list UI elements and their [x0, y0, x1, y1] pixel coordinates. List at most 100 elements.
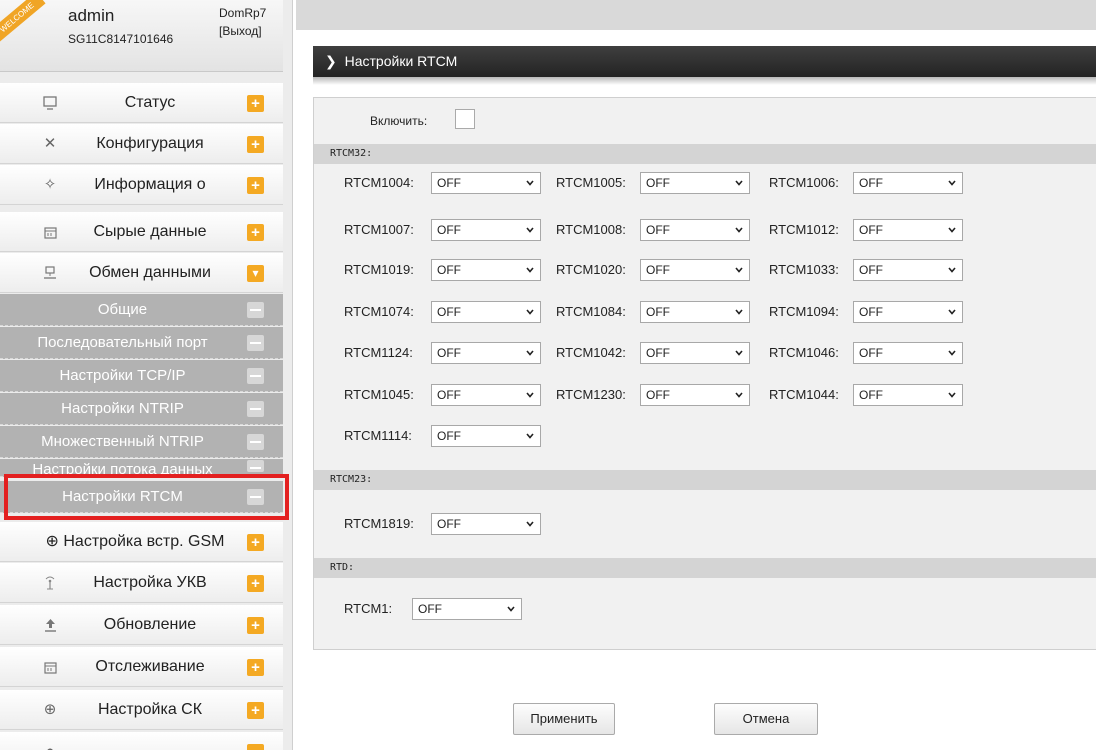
rtcm-select[interactable]: OFF [431, 513, 541, 535]
chevron-down-icon [948, 267, 956, 273]
submenu-item-label: Общие [97, 301, 148, 318]
collapse-minus-icon[interactable] [247, 302, 264, 318]
rtcm-field-label: RTCM1819: [344, 516, 414, 531]
menu-item-data-exchange[interactable]: Обмен данными ▾ [0, 253, 283, 293]
menu-item-partial[interactable]: ● [0, 732, 283, 750]
rtcm-field-label: RTCM1042: [556, 345, 626, 360]
rtcm-field-label: RTCM1005: [556, 175, 626, 190]
rtcm-select[interactable]: OFF [640, 384, 750, 406]
rtcm-select[interactable]: OFF [431, 342, 541, 364]
submenu-item-label: Настройки потока данных [32, 461, 213, 477]
rtcm-select[interactable]: OFF [640, 172, 750, 194]
collapse-minus-icon[interactable] [247, 434, 264, 450]
chevron-down-icon [735, 309, 743, 315]
expand-plus-icon[interactable]: + [247, 702, 264, 719]
menu-item-configuration[interactable]: ✕ Конфигурация + [0, 124, 283, 164]
submenu-item-ntrip[interactable]: Настройки NTRIP [0, 393, 283, 425]
submenu-item-label: Настройки RTCM [62, 488, 183, 505]
submenu-item-rtcm[interactable]: Настройки RTCM [0, 481, 283, 513]
expand-plus-icon[interactable]: + [247, 177, 264, 194]
submenu-item-multi-ntrip[interactable]: Множественный NTRIP [0, 426, 283, 458]
rtcm-select[interactable]: OFF [853, 219, 963, 241]
apply-button[interactable]: Применить [513, 703, 615, 735]
collapse-minus-icon[interactable] [247, 460, 264, 472]
collapse-minus-icon[interactable] [247, 401, 264, 417]
rtcm-select-value: OFF [646, 263, 670, 277]
menu-item-tracking[interactable]: Отслеживание + [0, 647, 283, 687]
rtcm-select-value: OFF [646, 305, 670, 319]
rtcm-select[interactable]: OFF [853, 172, 963, 194]
rtcm-select-value: OFF [859, 176, 883, 190]
chevron-down-icon [526, 392, 534, 398]
collapse-arrow-icon[interactable]: ▾ [247, 265, 264, 282]
rtcm-select-value: OFF [437, 517, 461, 531]
rtcm-select[interactable]: OFF [431, 425, 541, 447]
rtcm-select-value: OFF [859, 346, 883, 360]
rtcm-select[interactable]: OFF [431, 259, 541, 281]
menu-item-gsm[interactable]: ⊕ Настройка встр. GSM + [0, 522, 283, 562]
rtcm-select[interactable]: OFF [640, 342, 750, 364]
rtcm-select[interactable]: OFF [412, 598, 522, 620]
sidebar: WELCOME admin SG11C8147101646 DomRp7 [Вы… [0, 0, 293, 750]
submenu-item-label: Множественный NTRIP [41, 433, 204, 450]
chevron-down-icon [526, 267, 534, 273]
top-bar [296, 0, 1096, 30]
rtcm-select[interactable]: OFF [431, 219, 541, 241]
menu-item-raw-data[interactable]: Сырые данные + [0, 212, 283, 252]
rtcm-select-value: OFF [437, 305, 461, 319]
submenu-item-serial-port[interactable]: Последовательный порт [0, 327, 283, 359]
expand-plus-icon[interactable]: + [247, 534, 264, 551]
header-shadow [313, 77, 1096, 85]
chevron-down-icon [735, 180, 743, 186]
enable-checkbox[interactable] [455, 109, 475, 129]
collapse-minus-icon[interactable] [247, 368, 264, 384]
rtcm-select[interactable]: OFF [640, 301, 750, 323]
logout-link[interactable]: [Выход] [219, 24, 262, 38]
rtcm-select[interactable]: OFF [853, 301, 963, 323]
menu-item-info[interactable]: ✧ Информация о + [0, 165, 283, 205]
collapse-minus-icon[interactable] [247, 335, 264, 351]
rtcm-field-label: RTCM1033: [769, 262, 839, 277]
menu-item-uhf[interactable]: Настройка УКВ + [0, 563, 283, 603]
rtcm-select-value: OFF [859, 305, 883, 319]
menu-item-status[interactable]: Статус + [0, 83, 283, 123]
expand-plus-icon[interactable]: + [247, 617, 264, 634]
collapse-minus-icon[interactable] [247, 489, 264, 505]
expand-plus-icon[interactable]: + [247, 575, 264, 592]
menu-item-label: Информация о [94, 176, 206, 193]
submenu-item-tcpip[interactable]: Настройки TCP/IP [0, 360, 283, 392]
rtcm-select[interactable]: OFF [853, 384, 963, 406]
expand-plus-icon[interactable]: + [247, 136, 264, 153]
rtcm-select[interactable]: OFF [640, 219, 750, 241]
chevron-down-icon [526, 180, 534, 186]
globe-icon: ⊕ [43, 701, 57, 718]
welcome-ribbon: WELCOME [0, 0, 46, 44]
menu-item-label: Обновление [103, 616, 197, 633]
menu-item-coordinate-system[interactable]: ⊕ Настройка СК + [0, 690, 283, 730]
expand-plus-icon[interactable]: + [247, 659, 264, 676]
rtcm-field-label: RTCM1230: [556, 387, 626, 402]
chevron-down-icon [526, 350, 534, 356]
rtcm-field-label: RTCM1008: [556, 222, 626, 237]
expand-plus-icon[interactable] [247, 744, 264, 750]
submenu-item-data-stream[interactable]: Настройки потока данных [0, 459, 283, 477]
submenu-item-general[interactable]: Общие [0, 294, 283, 326]
rtcm-select[interactable]: OFF [431, 384, 541, 406]
rtcm-select[interactable]: OFF [640, 259, 750, 281]
rtcm-select[interactable]: OFF [853, 259, 963, 281]
rtcm-select-value: OFF [859, 223, 883, 237]
upload-icon [40, 605, 60, 645]
menu-item-update[interactable]: Обновление + [0, 605, 283, 645]
calendar-icon [40, 212, 60, 252]
rtcm-select[interactable]: OFF [431, 172, 541, 194]
rtcm-field-label: RTCM1084: [556, 304, 626, 319]
monitor-icon [40, 83, 60, 123]
rtcm-select[interactable]: OFF [431, 301, 541, 323]
expand-plus-icon[interactable]: + [247, 95, 264, 112]
cancel-button[interactable]: Отмена [714, 703, 818, 735]
rtcm-select[interactable]: OFF [853, 342, 963, 364]
expand-plus-icon[interactable]: + [247, 224, 264, 241]
rtcm-select-value: OFF [646, 223, 670, 237]
menu-item-label: Обмен данными [89, 264, 211, 281]
rtcm-field-label: RTCM1074: [344, 304, 414, 319]
